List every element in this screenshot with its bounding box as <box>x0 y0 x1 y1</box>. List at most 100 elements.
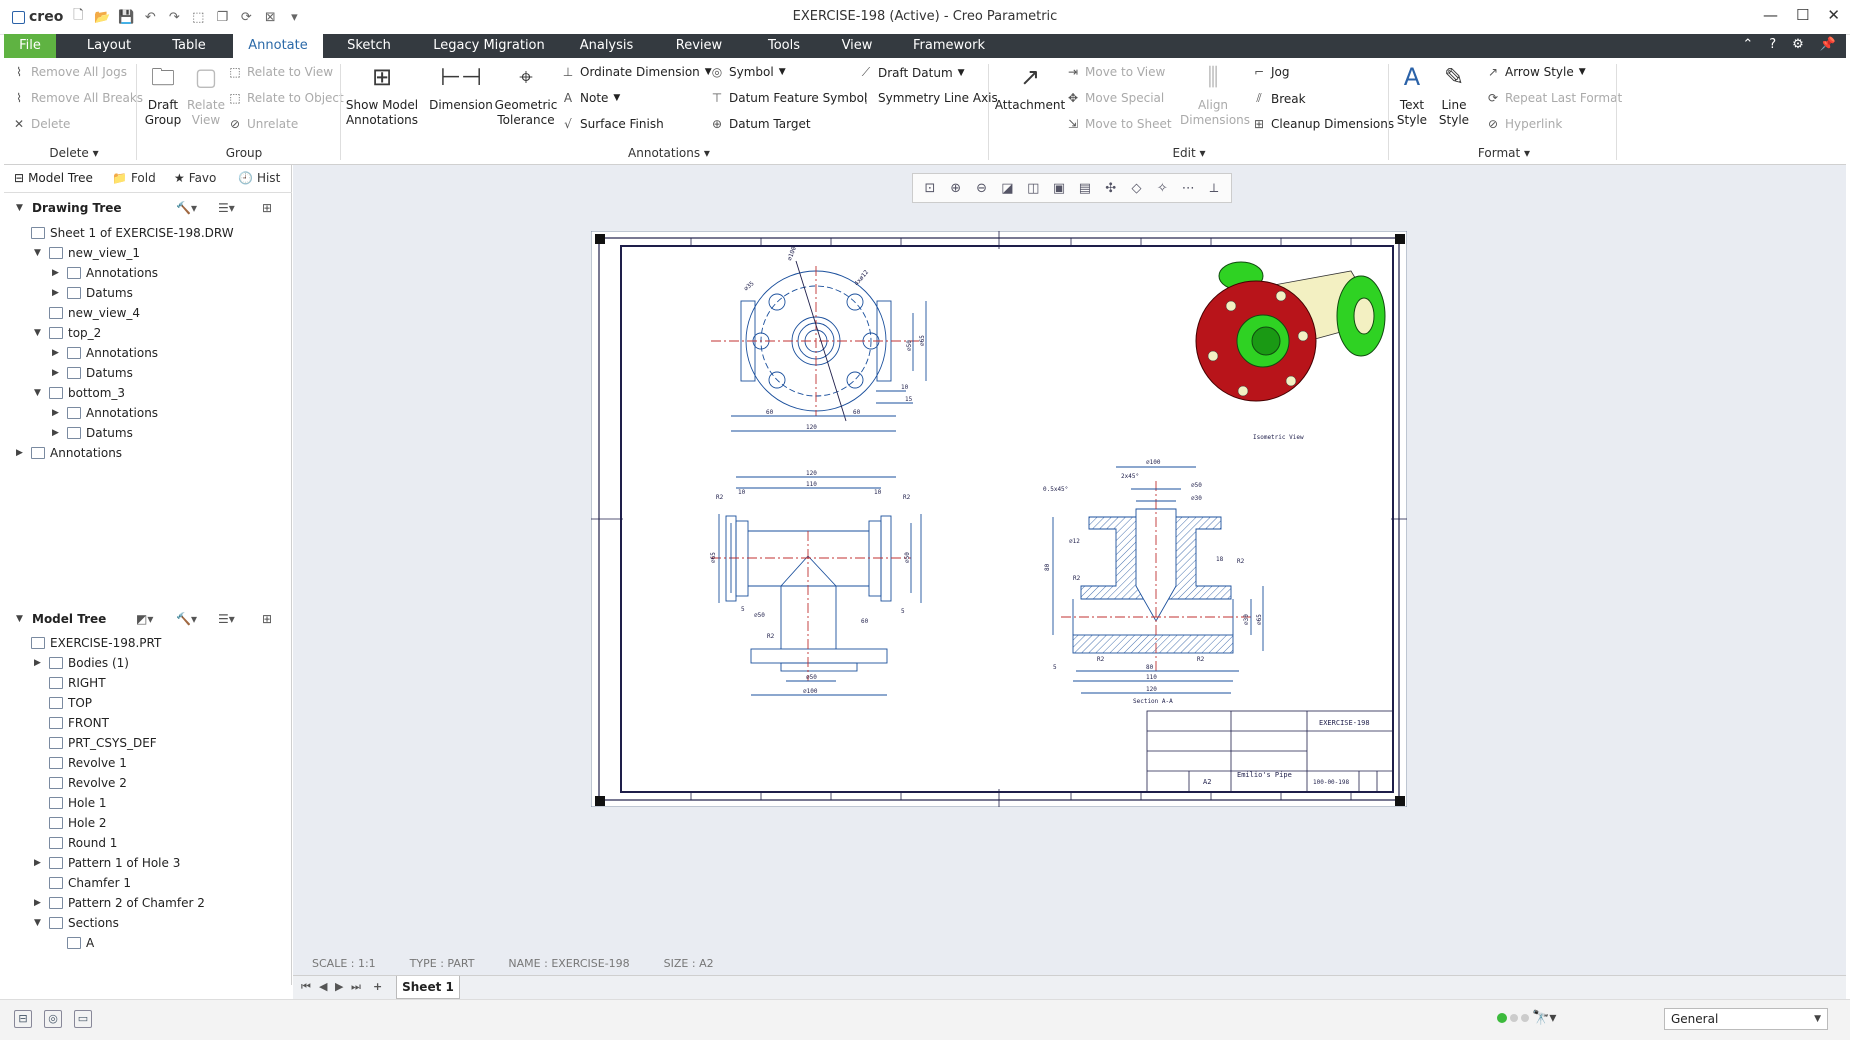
tree-item[interactable]: ▶ Datums <box>52 283 133 303</box>
repeat-last-format-button[interactable]: ⟳ Repeat Last Format <box>1486 91 1622 105</box>
datum-target-button[interactable]: ⊕ Datum Target <box>710 117 811 131</box>
tree-item[interactable]: ▶ Datums <box>52 423 133 443</box>
expand-icon[interactable]: ▶ <box>52 408 62 418</box>
geometric-tolerance-button[interactable]: ⌖ Geometric Tolerance <box>494 60 558 128</box>
tree-item[interactable]: Chamfer 1 <box>34 873 131 893</box>
tree-item[interactable]: ▼ new_view_1 <box>34 243 140 263</box>
csys-display-icon[interactable]: ⟂ <box>1205 181 1223 196</box>
move-special-button[interactable]: ✥ Move Special <box>1066 91 1164 105</box>
cleanup-dimensions-button[interactable]: ⊞ Cleanup Dimensions <box>1252 117 1394 131</box>
arrow-style-button[interactable]: ↗ Arrow Style ▼ <box>1486 65 1586 79</box>
tree-filter-icon[interactable]: ⊞ <box>262 612 272 626</box>
tree-item[interactable]: ▼ bottom_3 <box>34 383 125 403</box>
tab-history[interactable]: 🕘 Hist <box>238 171 280 185</box>
move-to-sheet-button[interactable]: ⇲ Move to Sheet <box>1066 117 1172 131</box>
show-model-annotations-button[interactable]: ⊞ Show Model Annotations <box>344 60 420 128</box>
symbol-button[interactable]: ◎ Symbol ▼ <box>710 65 786 79</box>
edit-group-label[interactable]: Edit ▾ <box>1154 146 1224 160</box>
zoom-in-icon[interactable]: ⊕ <box>947 181 965 196</box>
expand-icon[interactable]: ▶ <box>16 448 26 458</box>
pin-icon[interactable]: 📌 <box>1820 37 1836 52</box>
surface-finish-button[interactable]: √ Surface Finish <box>561 117 664 131</box>
delete-button[interactable]: ✕ Delete <box>12 117 70 131</box>
tab-favorites[interactable]: ★ Favo <box>174 171 216 185</box>
tree-item[interactable]: ▶ Pattern 2 of Chamfer 2 <box>34 893 205 913</box>
symmetry-line-axis-button[interactable]: ¦ Symmetry Line Axis <box>859 91 998 105</box>
tab-model-tree[interactable]: ⊟ Model Tree <box>14 171 93 185</box>
drawing-tree-header[interactable]: ▼ Drawing Tree <box>16 201 122 215</box>
jog-button[interactable]: ⌐ Jog <box>1252 65 1290 79</box>
tree-item[interactable]: EXERCISE-198.PRT <box>16 633 161 653</box>
settings-icon[interactable]: ⚙ <box>1792 37 1804 52</box>
minimize-icon[interactable]: — <box>1763 6 1778 24</box>
collapse-icon[interactable]: ▼ <box>34 328 44 338</box>
tree-item[interactable]: TOP <box>34 693 92 713</box>
tree-item[interactable]: ▼ Sections <box>34 913 119 933</box>
tab-sketch[interactable]: Sketch <box>334 34 404 58</box>
previous-sheet-icon[interactable]: ◀ <box>319 980 327 993</box>
tree-item[interactable]: Hole 1 <box>34 793 107 813</box>
format-group-label[interactable]: Format ▾ <box>1464 146 1544 160</box>
tree-item[interactable]: ▶ Annotations <box>52 403 158 423</box>
break-button[interactable]: ⫽ Break <box>1252 91 1305 106</box>
regeneration-status-icon[interactable] <box>1497 1013 1529 1023</box>
annotation-display-icon[interactable]: ◇ <box>1128 181 1146 196</box>
move-to-view-button[interactable]: ⇥ Move to View <box>1066 65 1165 79</box>
graphics-window[interactable]: ⊡ ⊕ ⊖ ◪ ◫ ▣ ▤ ✣ ◇ ✧ ⋯ ⟂ ⌀100 ⌀35 4xø12 ⌀… <box>293 165 1846 975</box>
sheet-tab-1[interactable]: Sheet 1 <box>396 976 460 999</box>
tree-item[interactable]: A <box>52 933 94 953</box>
tree-item[interactable]: ▶ Bodies (1) <box>34 653 129 673</box>
relate-view-button[interactable]: ▢ Relate View <box>186 60 226 128</box>
zoom-out-icon[interactable]: ⊖ <box>973 181 991 196</box>
expand-icon[interactable]: ▶ <box>52 428 62 438</box>
remove-all-jogs-button[interactable]: ⌇ Remove All Jogs <box>12 65 127 79</box>
selection-filter[interactable]: General ▼ <box>1664 1008 1828 1030</box>
tab-layout[interactable]: Layout <box>74 34 144 58</box>
expand-icon[interactable]: ▶ <box>52 368 62 378</box>
expand-icon[interactable]: ▶ <box>34 658 44 668</box>
tab-annotate[interactable]: Annotate <box>233 34 323 58</box>
tree-item[interactable]: new_view_4 <box>34 303 140 323</box>
tree-item[interactable]: ▶ Datums <box>52 363 133 383</box>
tab-review[interactable]: Review <box>664 34 734 58</box>
delete-group-label[interactable]: Delete ▾ <box>44 146 104 160</box>
full-screen-icon[interactable]: ▭ <box>74 1010 92 1028</box>
dimension-button[interactable]: ⊢⊣ Dimension <box>429 60 493 113</box>
hyperlink-button[interactable]: ⊘ Hyperlink <box>1486 117 1562 131</box>
tab-legacy-migration[interactable]: Legacy Migration <box>424 34 554 58</box>
tree-settings-icon[interactable]: ☰▾ <box>218 612 235 626</box>
tree-tools-icon[interactable]: 🔨▾ <box>176 612 197 626</box>
tree-item[interactable]: Hole 2 <box>34 813 107 833</box>
tree-item[interactable]: RIGHT <box>34 673 106 693</box>
tree-item[interactable]: Revolve 1 <box>34 753 127 773</box>
tree-item[interactable]: ▶ Annotations <box>52 343 158 363</box>
display-style-icon[interactable]: ◫ <box>1024 181 1042 196</box>
add-sheet-icon[interactable]: + <box>373 980 382 993</box>
expand-icon[interactable]: ▶ <box>52 348 62 358</box>
maximize-icon[interactable]: ☐ <box>1796 6 1809 24</box>
points-display-icon[interactable]: ⋯ <box>1179 181 1197 196</box>
remove-all-breaks-button[interactable]: ⌇ Remove All Breaks <box>12 91 143 105</box>
expand-icon[interactable]: ▶ <box>34 898 44 908</box>
tab-analysis[interactable]: Analysis <box>569 34 644 58</box>
tree-item[interactable]: ▶ Annotations <box>52 263 158 283</box>
find-icon[interactable]: 🔭▾ <box>1532 1010 1556 1026</box>
tree-item[interactable]: FRONT <box>34 713 109 733</box>
text-style-button[interactable]: A Text Style <box>1392 60 1432 128</box>
tab-tools[interactable]: Tools <box>754 34 814 58</box>
draft-group-button[interactable]: 🗀 Draft Group <box>140 60 186 128</box>
model-display-icon[interactable]: ◩▾ <box>136 612 153 626</box>
refit-icon[interactable]: ⊡ <box>921 181 939 196</box>
tree-item[interactable]: ▶ Annotations <box>16 443 122 463</box>
tab-file[interactable]: File <box>4 34 56 58</box>
ordinate-dimension-button[interactable]: ⊥ Ordinate Dimension ▼ <box>561 65 712 79</box>
expand-icon[interactable]: ▶ <box>34 858 44 868</box>
note-button[interactable]: A Note ▼ <box>561 91 620 105</box>
toggle-navigator-icon[interactable]: ⊟ <box>14 1010 32 1028</box>
tree-item[interactable]: ▶ Pattern 1 of Hole 3 <box>34 853 180 873</box>
line-style-button[interactable]: ✎ Line Style <box>1434 60 1474 128</box>
tab-view[interactable]: View <box>832 34 882 58</box>
tree-item[interactable]: ▼ top_2 <box>34 323 101 343</box>
tree-item[interactable]: Sheet 1 of EXERCISE-198.DRW <box>16 223 234 243</box>
model-tree-header[interactable]: ▼ Model Tree <box>16 612 106 626</box>
